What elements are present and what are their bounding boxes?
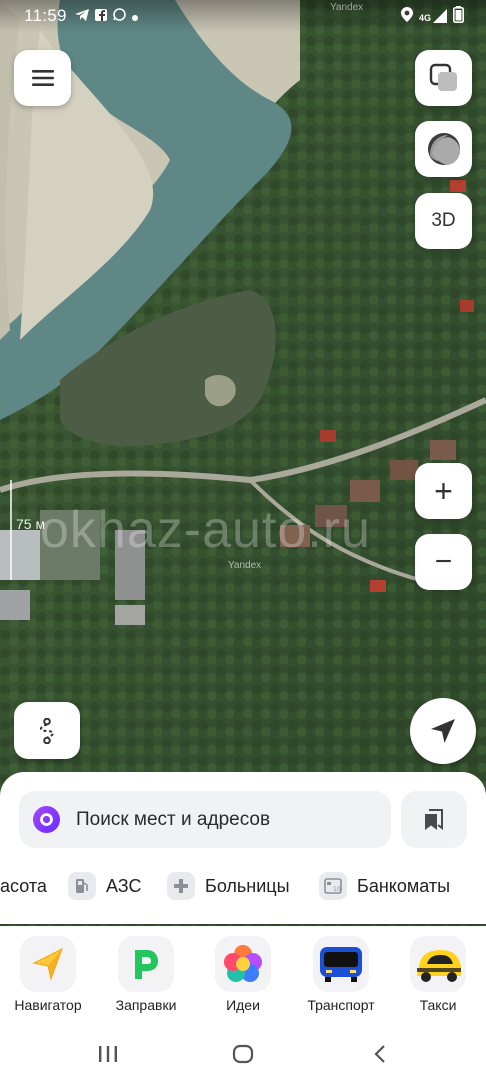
dot-icon: [131, 9, 138, 24]
app-label: Идеи: [226, 997, 260, 1013]
app-ideas[interactable]: Идеи: [198, 936, 288, 1013]
system-nav-bar: [0, 1030, 486, 1080]
map-copyright-top: Yandex: [330, 2, 364, 13]
category-label: асота: [0, 875, 47, 896]
app-label: Навигатор: [14, 997, 82, 1013]
category-chip-fuel[interactable]: АЗС: [68, 872, 141, 900]
recents-icon: [99, 1046, 117, 1062]
status-time: 11:59: [24, 6, 67, 25]
fuel-app-icon: [118, 936, 174, 992]
app-label: Заправки: [115, 997, 177, 1013]
home-icon: [232, 1044, 254, 1064]
recents-button[interactable]: [88, 1038, 128, 1070]
route-icon: [40, 717, 54, 744]
ideas-icon: [215, 936, 271, 992]
search-field[interactable]: Поиск мест и адресов: [19, 791, 391, 848]
night-mode-icon: [427, 133, 460, 165]
signal-4g-icon: 4G: [419, 9, 447, 23]
app-transport[interactable]: Транспорт: [296, 936, 386, 1013]
bottom-sheet: Поиск мест и адресов асота АЗС Больницы …: [0, 772, 486, 924]
hospital-icon: [167, 872, 195, 900]
menu-icon: [31, 70, 54, 86]
3d-label: 3D: [431, 210, 456, 231]
bus-icon: [313, 936, 369, 992]
atm-icon: 10: [319, 872, 347, 900]
app-navigator[interactable]: Навигатор: [3, 936, 93, 1013]
3d-button[interactable]: 3D: [415, 193, 472, 249]
category-chip-hospital[interactable]: Больницы: [167, 872, 290, 900]
home-button[interactable]: [223, 1038, 263, 1070]
locate-arrow-icon: [431, 719, 455, 743]
navigator-icon: [20, 936, 76, 992]
fuel-icon: [68, 872, 96, 900]
app-fuel[interactable]: Заправки: [101, 936, 191, 1013]
category-chip-atm[interactable]: 10 Банкоматы: [319, 872, 450, 900]
bookmark-icon: [425, 808, 443, 830]
telegram-icon: [74, 8, 89, 24]
app-taxi[interactable]: Такси: [393, 936, 483, 1013]
app-label: Транспорт: [307, 997, 375, 1013]
svg-text:10: 10: [333, 886, 341, 893]
route-button[interactable]: [14, 702, 80, 759]
watermark: okhaz-auto.ru: [40, 501, 371, 559]
status-right-icons: 4G: [400, 6, 464, 26]
category-label: Больницы: [205, 875, 290, 896]
taxi-icon: [410, 936, 466, 992]
map-copyright: Yandex: [228, 560, 262, 571]
zoom-in-button[interactable]: +: [415, 463, 472, 519]
battery-icon: [453, 6, 464, 26]
category-chip-0[interactable]: асота: [0, 876, 47, 897]
zoom-out-icon: −: [434, 545, 453, 578]
network-type-label: 4G: [418, 13, 431, 23]
menu-button[interactable]: [14, 50, 71, 106]
alice-icon[interactable]: [33, 806, 60, 833]
category-chips: асота АЗС Больницы 10 Банкоматы: [0, 868, 486, 904]
facebook-icon: [94, 8, 107, 24]
back-button[interactable]: [360, 1038, 400, 1070]
layers-button[interactable]: [415, 50, 472, 106]
bookmarks-button[interactable]: [401, 791, 467, 848]
zoom-in-icon: +: [434, 473, 453, 509]
quick-apps-bar: Навигатор Заправки Идеи Транспорт Такси: [0, 926, 486, 1030]
search-placeholder: Поиск мест и адресов: [76, 808, 271, 830]
category-label: АЗС: [106, 875, 142, 896]
status-bar: 11:59 Yandex 4G: [0, 0, 486, 32]
app-label: Такси: [419, 997, 457, 1013]
zoom-out-button[interactable]: −: [415, 534, 472, 590]
category-label: Банкоматы: [357, 875, 451, 896]
back-icon: [374, 1045, 385, 1063]
my-location-button[interactable]: [410, 698, 476, 764]
whatsapp-icon: [112, 8, 126, 24]
night-mode-button[interactable]: [415, 121, 472, 177]
location-icon: [400, 7, 413, 25]
layers-icon: [429, 63, 457, 91]
